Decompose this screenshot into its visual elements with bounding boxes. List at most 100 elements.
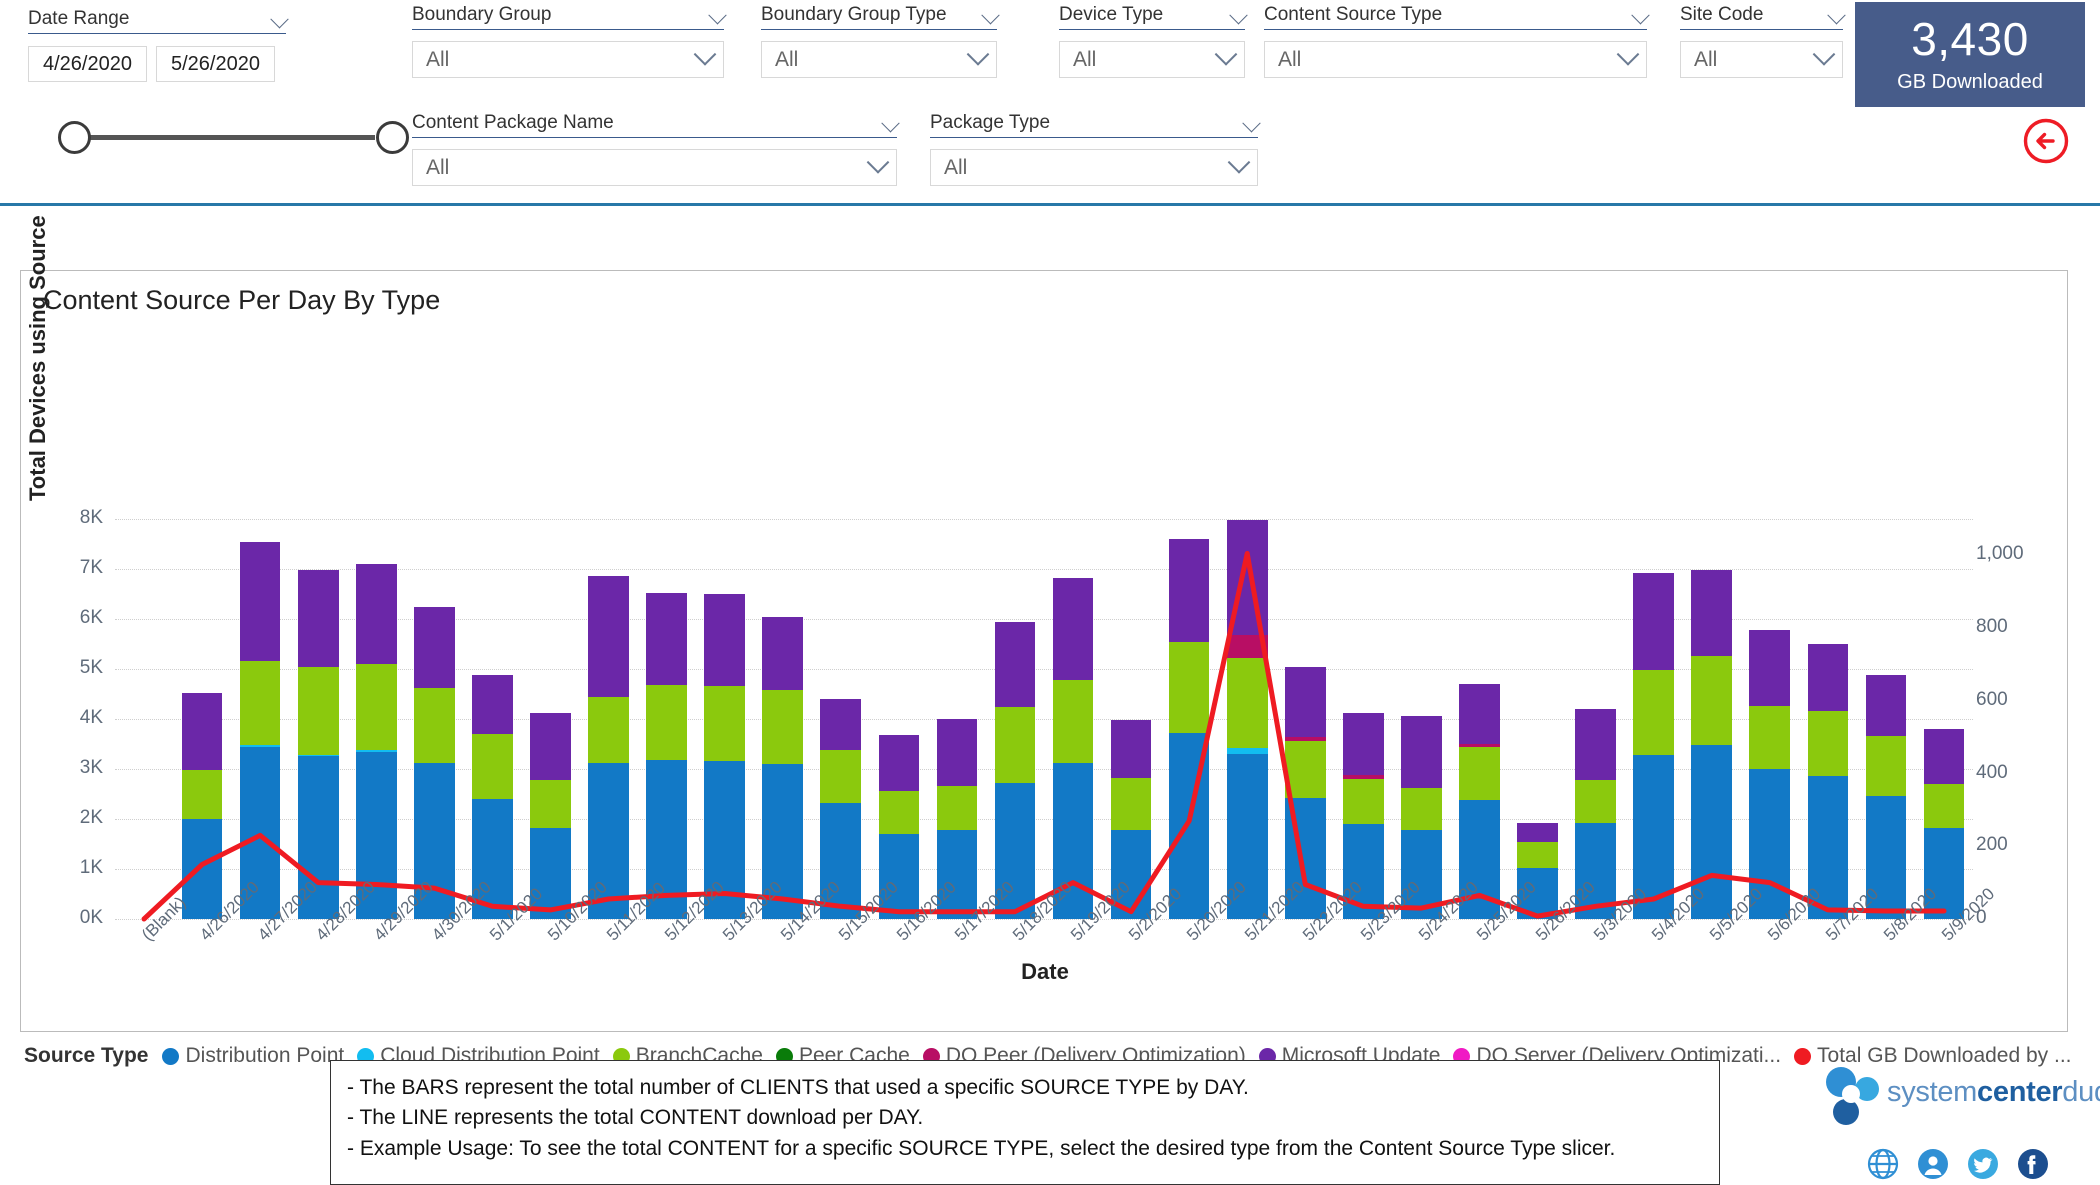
bar-segment[interactable] [588, 696, 629, 763]
bar-segment[interactable] [994, 622, 1036, 707]
slicer-boundary-group[interactable]: Boundary Group All [412, 4, 727, 78]
kpi-card-gb-downloaded[interactable]: 3,430 GB Downloaded [1855, 2, 2085, 107]
bar-segment[interactable] [1865, 736, 1907, 796]
chevron-down-icon[interactable] [1631, 6, 1650, 25]
date-start-input[interactable]: 4/26/2020 [28, 46, 147, 82]
chevron-down-icon[interactable] [1242, 114, 1261, 133]
slicer-device-type[interactable]: Device Type All [1059, 4, 1248, 78]
bar-segment[interactable] [1168, 539, 1210, 642]
bar-segment[interactable] [762, 616, 804, 690]
bar-segment[interactable] [1923, 784, 1965, 828]
bar-stack[interactable] [239, 542, 281, 919]
bar-segment[interactable] [181, 693, 223, 770]
bar-segment[interactable] [1865, 675, 1907, 736]
slicer-boundary-group-type[interactable]: Boundary Group Type All [761, 4, 1000, 78]
bar-stack[interactable] [1168, 539, 1210, 919]
bar-segment[interactable] [936, 786, 978, 830]
bar-segment[interactable] [1633, 573, 1674, 670]
bar-segment[interactable] [1749, 629, 1791, 706]
bar-segment[interactable] [1284, 740, 1326, 798]
bar-segment[interactable] [1807, 710, 1849, 776]
chevron-down-icon[interactable] [866, 150, 890, 174]
bar-segment[interactable] [1226, 634, 1268, 658]
bar-stack[interactable] [1691, 569, 1733, 919]
bar-segment[interactable] [472, 734, 513, 799]
bar-segment[interactable] [820, 750, 862, 803]
bar-segment[interactable] [355, 563, 397, 664]
bar-segment[interactable] [414, 607, 455, 688]
bar-segment[interactable] [588, 575, 629, 697]
slicer-date-range[interactable]: Date Range 4/26/2020 5/26/2020 [28, 8, 289, 82]
bar-segment[interactable] [1807, 644, 1849, 711]
slicer-device-type-dropdown[interactable]: All [1059, 41, 1245, 78]
bar-segment[interactable] [820, 699, 862, 750]
chevron-down-icon[interactable] [1229, 6, 1248, 25]
bar-segment[interactable] [1401, 787, 1442, 830]
chevron-down-icon[interactable] [1214, 42, 1238, 66]
slicer-package-type[interactable]: Package Type All [930, 112, 1261, 186]
slicer-boundary-group-dropdown[interactable]: All [412, 41, 724, 78]
bar-segment[interactable] [1401, 715, 1442, 788]
bar-segment[interactable] [704, 685, 745, 761]
bar-segment[interactable] [1459, 746, 1500, 800]
bar-segment[interactable] [1226, 658, 1268, 748]
chevron-down-icon[interactable] [693, 42, 717, 66]
bar-stack[interactable] [181, 693, 223, 919]
chevron-down-icon[interactable] [1616, 42, 1640, 66]
bar-segment[interactable] [1343, 779, 1384, 824]
bar-segment[interactable] [1284, 666, 1326, 737]
date-range-slider[interactable] [28, 116, 448, 158]
bar-stack[interactable] [704, 594, 745, 919]
slicer-boundary-group-type-dropdown[interactable]: All [761, 41, 997, 78]
bar-segment[interactable] [994, 706, 1036, 783]
slicer-content-source-type[interactable]: Content Source Type All [1264, 4, 1650, 78]
bar-segment[interactable] [530, 712, 571, 780]
bar-segment[interactable] [1633, 669, 1674, 755]
bar-segment[interactable] [239, 542, 281, 661]
bar-segment[interactable] [1923, 728, 1965, 784]
chevron-down-icon[interactable] [981, 6, 1000, 25]
chevron-down-icon[interactable] [1227, 150, 1251, 174]
bar-stack[interactable] [994, 622, 1036, 919]
bar-segment[interactable] [878, 735, 920, 791]
bar-segment[interactable] [1517, 823, 1558, 842]
bar-segment[interactable] [1749, 705, 1791, 769]
slider-handle-start[interactable] [58, 121, 91, 154]
bar-segment[interactable] [355, 664, 397, 750]
bar-segment[interactable] [1052, 680, 1094, 763]
slicer-site-code[interactable]: Site Code All [1680, 4, 1846, 78]
chevron-down-icon[interactable] [966, 42, 990, 66]
bar-stack[interactable] [1052, 578, 1094, 919]
bar-segment[interactable] [414, 687, 455, 763]
bar-segment[interactable] [878, 790, 920, 834]
slicer-package-type-dropdown[interactable]: All [930, 149, 1258, 186]
bar-segment[interactable] [646, 593, 687, 685]
bar-stack[interactable] [1749, 629, 1791, 919]
bar-segment[interactable] [472, 675, 513, 734]
bar-segment[interactable] [704, 594, 745, 686]
slider-handle-end[interactable] [376, 121, 409, 154]
slicer-content-source-type-dropdown[interactable]: All [1264, 41, 1647, 78]
bar-segment[interactable] [1575, 779, 1616, 823]
bar-segment[interactable] [1052, 578, 1094, 680]
bar-stack[interactable] [646, 593, 687, 919]
facebook-icon[interactable] [2017, 1148, 2049, 1180]
bar-stack[interactable] [1633, 573, 1674, 919]
bar-segment[interactable] [1168, 642, 1210, 733]
legend-item[interactable]: Distribution Point [162, 1044, 344, 1068]
chevron-down-icon[interactable] [708, 6, 727, 25]
bar-segment[interactable] [1226, 520, 1268, 635]
bar-segment[interactable] [239, 661, 281, 745]
chevron-down-icon[interactable] [881, 114, 900, 133]
bar-segment[interactable] [936, 719, 978, 786]
bar-stack[interactable] [355, 563, 397, 919]
bar-stack[interactable] [1226, 520, 1268, 919]
bar-segment[interactable] [1691, 655, 1733, 745]
support-icon[interactable] [1917, 1148, 1949, 1180]
twitter-icon[interactable] [1967, 1148, 1999, 1180]
slicer-content-package-name[interactable]: Content Package Name All [412, 112, 900, 186]
bar-segment[interactable] [1517, 841, 1558, 868]
slicer-content-package-name-dropdown[interactable]: All [412, 149, 897, 186]
bar-segment[interactable] [1110, 719, 1152, 778]
bar-segment[interactable] [1343, 712, 1384, 775]
